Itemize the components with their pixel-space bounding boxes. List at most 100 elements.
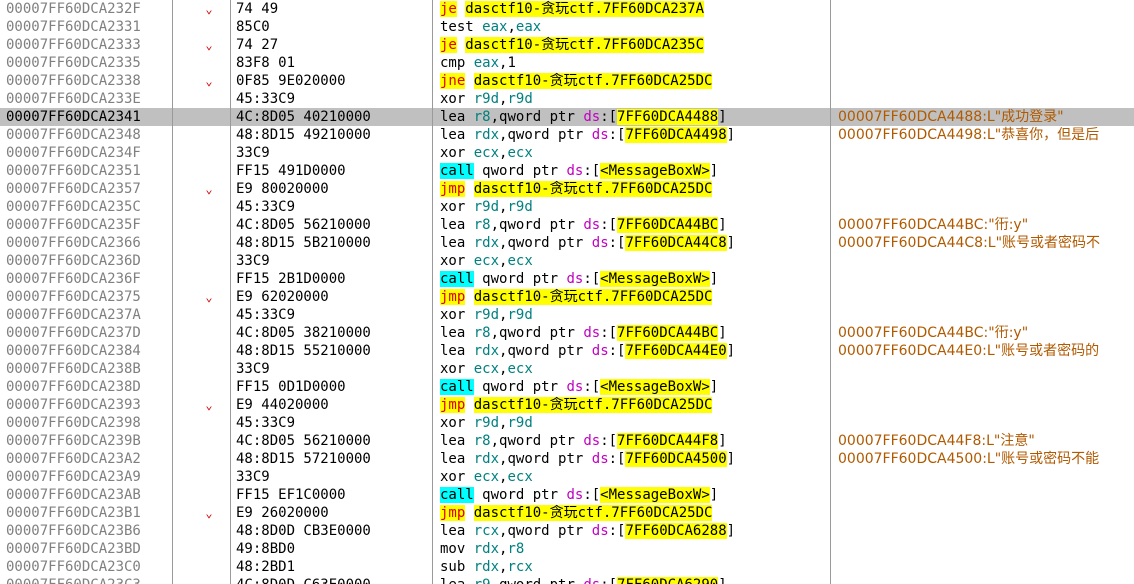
address-cell[interactable]: 00007FF60DCA235C	[6, 198, 166, 216]
jump-arrow-icon[interactable]: ⌄	[200, 504, 218, 522]
address-cell[interactable]: 00007FF60DCA2366	[6, 234, 166, 252]
disasm-row[interactable]: 00007FF60DCA2335 83F8 01 cmp eax,1	[0, 54, 1134, 72]
instruction-cell[interactable]: lea rdx,qword ptr ds:[7FF60DCA4498]	[440, 126, 826, 144]
disasm-row[interactable]: 00007FF60DCA23C3 4C:8D0D C63E0000 lea r9,q…	[0, 576, 1134, 584]
instruction-cell[interactable]: xor ecx,ecx	[440, 144, 826, 162]
address-cell[interactable]: 00007FF60DCA23B1	[6, 504, 166, 522]
instruction-cell[interactable]: sub rdx,rcx	[440, 558, 826, 576]
address-cell[interactable]: 00007FF60DCA23A2	[6, 450, 166, 468]
address-cell[interactable]: 00007FF60DCA23C0	[6, 558, 166, 576]
disasm-row[interactable]: 00007FF60DCA238B 33C9 xor ecx,ecx	[0, 360, 1134, 378]
address-cell[interactable]: 00007FF60DCA2333	[6, 36, 166, 54]
instruction-cell[interactable]: lea rdx,qword ptr ds:[7FF60DCA44E0]	[440, 342, 826, 360]
disasm-row[interactable]: 00007FF60DCA2338 ⌄ 0F85 9E020000 jne dasctf…	[0, 72, 1134, 90]
instruction-cell[interactable]: call qword ptr ds:[<MessageBoxW>]	[440, 270, 826, 288]
address-cell[interactable]: 00007FF60DCA233E	[6, 90, 166, 108]
jump-arrow-icon[interactable]: ⌄	[200, 0, 218, 18]
disasm-row[interactable]: 00007FF60DCA2333 ⌄ 74 27 je dasctf10-贪玩ctf.…	[0, 36, 1134, 54]
instruction-cell[interactable]: call qword ptr ds:[<MessageBoxW>]	[440, 378, 826, 396]
instruction-cell[interactable]: xor ecx,ecx	[440, 468, 826, 486]
address-cell[interactable]: 00007FF60DCA236F	[6, 270, 166, 288]
disasm-row[interactable]: 00007FF60DCA234F 33C9 xor ecx,ecx	[0, 144, 1134, 162]
address-cell[interactable]: 00007FF60DCA238D	[6, 378, 166, 396]
disasm-row[interactable]: 00007FF60DCA2351 FF15 491D0000 call qword …	[0, 162, 1134, 180]
address-cell[interactable]: 00007FF60DCA2398	[6, 414, 166, 432]
disasm-row[interactable]: 00007FF60DCA2375 ⌄ E9 62020000 jmp dasctf10…	[0, 288, 1134, 306]
address-cell[interactable]: 00007FF60DCA232F	[6, 0, 166, 18]
address-cell[interactable]: 00007FF60DCA234F	[6, 144, 166, 162]
instruction-cell[interactable]: jmp dasctf10-贪玩ctf.7FF60DCA25DC	[440, 288, 826, 306]
disasm-row[interactable]: 00007FF60DCA235C 45:33C9 xor r9d,r9d	[0, 198, 1134, 216]
address-cell[interactable]: 00007FF60DCA235F	[6, 216, 166, 234]
disasm-row[interactable]: 00007FF60DCA23B1 ⌄ E9 26020000 jmp dasctf10…	[0, 504, 1134, 522]
disasm-row[interactable]: 00007FF60DCA23C0 48:2BD1 sub rdx,rcx	[0, 558, 1134, 576]
instruction-cell[interactable]: xor ecx,ecx	[440, 252, 826, 270]
disasm-row[interactable]: 00007FF60DCA2384 48:8D15 55210000 lea rdx,…	[0, 342, 1134, 360]
disasm-row[interactable]: 00007FF60DCA2348 48:8D15 49210000 lea rdx,…	[0, 126, 1134, 144]
disasm-row[interactable]: 00007FF60DCA23BD 49:8BD0 mov rdx,r8	[0, 540, 1134, 558]
disasm-row[interactable]: 00007FF60DCA2357 ⌄ E9 80020000 jmp dasctf10…	[0, 180, 1134, 198]
instruction-cell[interactable]: mov rdx,r8	[440, 540, 826, 558]
disasm-row[interactable]: 00007FF60DCA23A9 33C9 xor ecx,ecx	[0, 468, 1134, 486]
address-cell[interactable]: 00007FF60DCA23BD	[6, 540, 166, 558]
jump-arrow-icon[interactable]: ⌄	[200, 288, 218, 306]
disasm-row[interactable]: 00007FF60DCA2393 ⌄ E9 44020000 jmp dasctf10…	[0, 396, 1134, 414]
instruction-cell[interactable]: lea r8,qword ptr ds:[7FF60DCA44BC]	[440, 216, 826, 234]
instruction-cell[interactable]: xor r9d,r9d	[440, 306, 826, 324]
disasm-row[interactable]: 00007FF60DCA2398 45:33C9 xor r9d,r9d	[0, 414, 1134, 432]
instruction-cell[interactable]: jne dasctf10-贪玩ctf.7FF60DCA25DC	[440, 72, 826, 90]
disasm-row[interactable]: 00007FF60DCA232F ⌄ 74 49 je dasctf10-贪玩ctf.…	[0, 0, 1134, 18]
instruction-cell[interactable]: lea r9,qword ptr ds:[7FF60DCA6290]	[440, 576, 826, 584]
address-cell[interactable]: 00007FF60DCA2341	[6, 108, 166, 126]
instruction-cell[interactable]: lea rdx,qword ptr ds:[7FF60DCA4500]	[440, 450, 826, 468]
address-cell[interactable]: 00007FF60DCA2351	[6, 162, 166, 180]
instruction-cell[interactable]: call qword ptr ds:[<MessageBoxW>]	[440, 486, 826, 504]
instruction-cell[interactable]: lea rcx,qword ptr ds:[7FF60DCA6288]	[440, 522, 826, 540]
instruction-cell[interactable]: lea r8,qword ptr ds:[7FF60DCA4488]	[440, 108, 826, 126]
address-cell[interactable]: 00007FF60DCA23AB	[6, 486, 166, 504]
jump-arrow-icon[interactable]: ⌄	[200, 396, 218, 414]
jump-arrow-icon[interactable]: ⌄	[200, 180, 218, 198]
address-cell[interactable]: 00007FF60DCA2331	[6, 18, 166, 36]
address-cell[interactable]: 00007FF60DCA2375	[6, 288, 166, 306]
instruction-cell[interactable]: lea r8,qword ptr ds:[7FF60DCA44F8]	[440, 432, 826, 450]
disasm-row[interactable]: 00007FF60DCA236D 33C9 xor ecx,ecx	[0, 252, 1134, 270]
instruction-cell[interactable]: lea r8,qword ptr ds:[7FF60DCA44BC]	[440, 324, 826, 342]
disasm-row[interactable]: 00007FF60DCA2331 85C0 test eax,eax	[0, 18, 1134, 36]
disasm-row[interactable]: 00007FF60DCA235F 4C:8D05 56210000 lea r8,q…	[0, 216, 1134, 234]
instruction-cell[interactable]: xor r9d,r9d	[440, 90, 826, 108]
address-cell[interactable]: 00007FF60DCA2348	[6, 126, 166, 144]
instruction-cell[interactable]: xor ecx,ecx	[440, 360, 826, 378]
disasm-row[interactable]: 00007FF60DCA239B 4C:8D05 56210000 lea r8,q…	[0, 432, 1134, 450]
address-cell[interactable]: 00007FF60DCA2384	[6, 342, 166, 360]
instruction-cell[interactable]: jmp dasctf10-贪玩ctf.7FF60DCA25DC	[440, 504, 826, 522]
address-cell[interactable]: 00007FF60DCA23A9	[6, 468, 166, 486]
address-cell[interactable]: 00007FF60DCA237D	[6, 324, 166, 342]
instruction-cell[interactable]: cmp eax,1	[440, 54, 826, 72]
instruction-cell[interactable]: xor r9d,r9d	[440, 414, 826, 432]
address-cell[interactable]: 00007FF60DCA239B	[6, 432, 166, 450]
disasm-row-selected[interactable]: 00007FF60DCA2341 4C:8D05 40210000 lea r8,q…	[0, 108, 1134, 126]
disasm-row[interactable]: 00007FF60DCA237D 4C:8D05 38210000 lea r8,q…	[0, 324, 1134, 342]
disasm-row[interactable]: 00007FF60DCA237A 45:33C9 xor r9d,r9d	[0, 306, 1134, 324]
instruction-cell[interactable]: lea rdx,qword ptr ds:[7FF60DCA44C8]	[440, 234, 826, 252]
disassembly-view[interactable]: 00007FF60DCA232F ⌄ 74 49 je dasctf10-贪玩ctf.…	[0, 0, 1134, 584]
disasm-row[interactable]: 00007FF60DCA238D FF15 0D1D0000 call qword …	[0, 378, 1134, 396]
address-cell[interactable]: 00007FF60DCA236D	[6, 252, 166, 270]
instruction-cell[interactable]: jmp dasctf10-贪玩ctf.7FF60DCA25DC	[440, 396, 826, 414]
jump-arrow-icon[interactable]: ⌄	[200, 36, 218, 54]
address-cell[interactable]: 00007FF60DCA23C3	[6, 576, 166, 584]
instruction-cell[interactable]: call qword ptr ds:[<MessageBoxW>]	[440, 162, 826, 180]
address-cell[interactable]: 00007FF60DCA237A	[6, 306, 166, 324]
address-cell[interactable]: 00007FF60DCA2393	[6, 396, 166, 414]
address-cell[interactable]: 00007FF60DCA23B6	[6, 522, 166, 540]
disasm-row[interactable]: 00007FF60DCA23A2 48:8D15 57210000 lea rdx,…	[0, 450, 1134, 468]
instruction-cell[interactable]: je dasctf10-贪玩ctf.7FF60DCA237A	[440, 0, 826, 18]
address-cell[interactable]: 00007FF60DCA2338	[6, 72, 166, 90]
instruction-cell[interactable]: test eax,eax	[440, 18, 826, 36]
disasm-row[interactable]: 00007FF60DCA23B6 48:8D0D CB3E0000 lea rcx,…	[0, 522, 1134, 540]
address-cell[interactable]: 00007FF60DCA238B	[6, 360, 166, 378]
disasm-row[interactable]: 00007FF60DCA2366 48:8D15 5B210000 lea rdx,…	[0, 234, 1134, 252]
disasm-row[interactable]: 00007FF60DCA23AB FF15 EF1C0000 call qword …	[0, 486, 1134, 504]
instruction-cell[interactable]: je dasctf10-贪玩ctf.7FF60DCA235C	[440, 36, 826, 54]
